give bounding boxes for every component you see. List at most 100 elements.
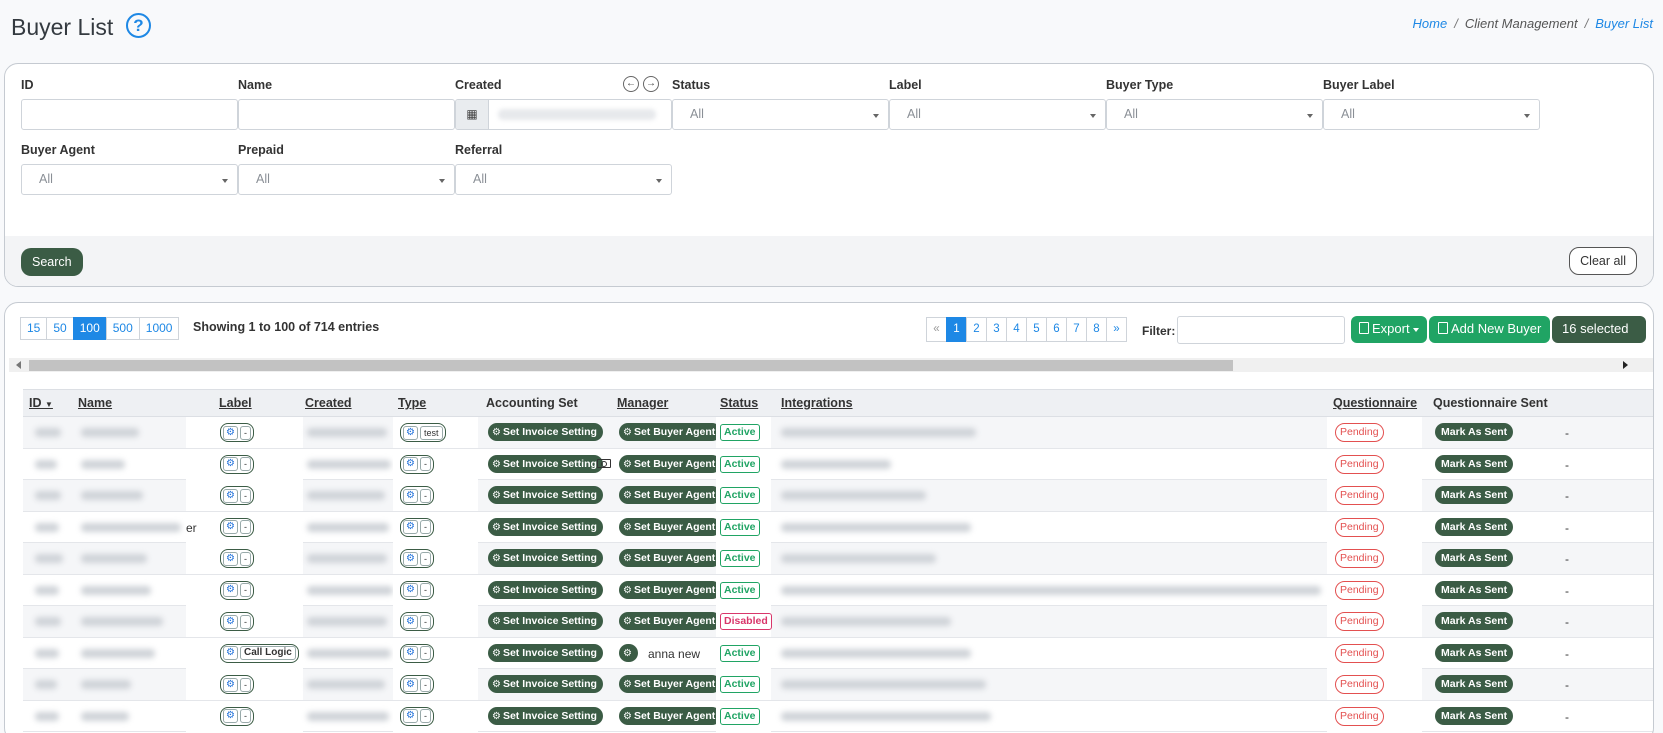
set-buyer-agent-button[interactable]: ⚙ Set Buyer Agent: [619, 486, 722, 504]
status-select[interactable]: All: [672, 99, 889, 130]
questionnaire-pending-badge[interactable]: Pending: [1335, 612, 1384, 631]
set-buyer-agent-button[interactable]: ⚙ Set Buyer Agent: [619, 423, 722, 441]
type-pill[interactable]: ⚙ -: [400, 486, 434, 505]
table-row[interactable]: ⚙ - ⚙ - ⚙ Set Invoice Setting ⚙ Set Buyer Agent…: [23, 480, 1653, 512]
table-row[interactable]: ⚙ - ⚙ - ⚙ Set Invoice Setting ⚙ Set Buyer Agent…: [23, 669, 1653, 701]
set-invoice-setting-button[interactable]: ⚙ Set Invoice Setting: [488, 423, 603, 441]
pager-page-5[interactable]: 5: [1026, 317, 1047, 342]
label-pill[interactable]: ⚙ -: [220, 549, 254, 568]
mark-as-sent-button[interactable]: Mark As Sent: [1435, 706, 1514, 725]
mark-as-sent-button[interactable]: Mark As Sent: [1435, 517, 1514, 536]
scroll-thumb[interactable]: [29, 360, 1233, 371]
search-button[interactable]: Search: [21, 248, 83, 276]
set-invoice-setting-button[interactable]: ⚙ Set Invoice Setting: [488, 549, 603, 567]
set-buyer-agent-button[interactable]: ⚙: [619, 643, 638, 662]
label-pill[interactable]: ⚙ -: [220, 612, 254, 631]
pager-page-2[interactable]: 2: [966, 317, 987, 342]
pager-next[interactable]: »: [1106, 317, 1127, 342]
label-pill[interactable]: ⚙ Call Logic: [220, 643, 299, 663]
horizontal-scrollbar[interactable]: [9, 358, 1653, 372]
col-status[interactable]: Status: [720, 396, 758, 410]
mark-as-sent-button[interactable]: Mark As Sent: [1435, 612, 1514, 630]
pager-page-6[interactable]: 6: [1046, 317, 1067, 342]
col-type[interactable]: Type: [398, 396, 426, 410]
set-invoice-setting-button[interactable]: ⚙ Set Invoice Setting: [488, 517, 603, 536]
col-id[interactable]: ID ▼: [29, 396, 53, 410]
table-row[interactable]: ⚙ - ⚙ - ⚙ Set Invoice Setting ⚙ Set Buyer Agent…: [23, 448, 1653, 480]
questionnaire-pending-badge[interactable]: Pending: [1335, 517, 1384, 537]
pager-page-3[interactable]: 3: [986, 317, 1007, 342]
type-pill[interactable]: ⚙ -: [400, 612, 434, 631]
type-pill[interactable]: ⚙ -: [400, 454, 434, 474]
type-pill[interactable]: ⚙ -: [400, 517, 434, 537]
label-pill[interactable]: ⚙ -: [220, 706, 254, 726]
set-invoice-setting-button[interactable]: ⚙ Set Invoice Setting: [488, 580, 603, 599]
page-size-100[interactable]: 100: [72, 317, 107, 340]
next-date-icon[interactable]: →: [643, 76, 659, 92]
label-pill[interactable]: ⚙ -: [220, 517, 254, 537]
questionnaire-pending-badge[interactable]: Pending: [1335, 549, 1384, 568]
scroll-right-icon[interactable]: [1623, 361, 1628, 369]
pager-page-7[interactable]: 7: [1066, 317, 1087, 342]
set-buyer-agent-button[interactable]: ⚙ Set Buyer Agent: [619, 517, 722, 536]
type-pill[interactable]: ⚙ -: [400, 643, 434, 663]
col-manager[interactable]: Manager: [617, 396, 668, 410]
add-new-buyer-button[interactable]: Add New Buyer: [1429, 316, 1551, 343]
scroll-left-icon[interactable]: [16, 361, 21, 369]
set-invoice-setting-button[interactable]: ⚙ Set Invoice Setting: [488, 612, 603, 630]
table-row[interactable]: ⚙ - ⚙ test ⚙ Set Invoice Setting ⚙ Set Buyer Ag…: [23, 417, 1653, 449]
mark-as-sent-button[interactable]: Mark As Sent: [1435, 454, 1514, 473]
type-pill[interactable]: ⚙ -: [400, 675, 434, 694]
questionnaire-pending-badge[interactable]: Pending: [1335, 486, 1384, 505]
mark-as-sent-button[interactable]: Mark As Sent: [1435, 423, 1514, 441]
table-row[interactable]: ⚙ - ⚙ - ⚙ Set Invoice Setting ⚙ Set Buyer Agent…: [23, 700, 1653, 732]
id-input[interactable]: [21, 99, 238, 130]
export-button[interactable]: Export: [1351, 316, 1427, 343]
table-row[interactable]: ⚙ - ⚙ - ⚙ Set Invoice Setting ⚙ Set Buyer Agent…: [23, 574, 1653, 606]
type-pill[interactable]: ⚙ -: [400, 549, 434, 568]
set-invoice-setting-button[interactable]: ⚙ Set Invoice Setting: [488, 675, 603, 693]
clear-all-button[interactable]: Clear all: [1569, 247, 1637, 275]
label-pill[interactable]: ⚙ -: [220, 675, 254, 694]
set-buyer-agent-button[interactable]: ⚙ Set Buyer Agent: [619, 612, 722, 630]
breadcrumb-home[interactable]: Home: [1413, 16, 1448, 31]
buyer-label-select[interactable]: All: [1323, 99, 1540, 130]
breadcrumb-buyer-list[interactable]: Buyer List: [1595, 16, 1653, 31]
table-row[interactable]: ⚙ - ⚙ - ⚙ Set Invoice Setting ⚙ Set Buyer Agent…: [23, 606, 1653, 638]
table-row[interactable]: er ⚙ - ⚙ - ⚙ Set Invoice Setting ⚙ Set Buyer Age…: [23, 511, 1653, 543]
mark-as-sent-button[interactable]: Mark As Sent: [1435, 675, 1514, 693]
label-pill[interactable]: ⚙ -: [220, 486, 254, 505]
referral-select[interactable]: All: [455, 164, 672, 195]
buyer-agent-select[interactable]: All: [21, 164, 238, 195]
type-pill[interactable]: ⚙ test: [400, 423, 446, 442]
questionnaire-pending-badge[interactable]: Pending: [1335, 675, 1384, 694]
pager-page-4[interactable]: 4: [1006, 317, 1027, 342]
col-questionnaire[interactable]: Questionnaire: [1333, 396, 1417, 410]
mark-as-sent-button[interactable]: Mark As Sent: [1435, 549, 1514, 567]
prev-date-icon[interactable]: ←: [623, 76, 639, 92]
type-pill[interactable]: ⚙ -: [400, 580, 434, 600]
set-invoice-setting-button[interactable]: ⚙ Set Invoice Setting: [488, 454, 603, 473]
set-buyer-agent-button[interactable]: ⚙ Set Buyer Agent: [619, 549, 722, 567]
questionnaire-pending-badge[interactable]: Pending: [1335, 454, 1384, 474]
label-pill[interactable]: ⚙ -: [220, 423, 254, 442]
pager-prev[interactable]: «: [926, 317, 947, 342]
col-name[interactable]: Name: [78, 396, 112, 410]
set-buyer-agent-button[interactable]: ⚙ Set Buyer Agent: [619, 454, 722, 473]
col-label[interactable]: Label: [219, 396, 252, 410]
set-invoice-setting-button[interactable]: ⚙ Set Invoice Setting: [488, 706, 603, 725]
help-icon[interactable]: ?: [126, 13, 151, 38]
col-created[interactable]: Created: [305, 396, 352, 410]
label-pill[interactable]: ⚙ -: [220, 580, 254, 600]
page-size-50[interactable]: 50: [46, 317, 74, 340]
mark-as-sent-button[interactable]: Mark As Sent: [1435, 580, 1514, 599]
name-input[interactable]: [238, 99, 455, 130]
set-buyer-agent-button[interactable]: ⚙ Set Buyer Agent: [619, 580, 722, 599]
mark-as-sent-button[interactable]: Mark As Sent: [1435, 643, 1514, 662]
label-select[interactable]: All: [889, 99, 1106, 130]
created-date-input[interactable]: ▦: [455, 99, 672, 130]
table-row[interactable]: ⚙ Call Logic ⚙ - ⚙ Set Invoice Setting ⚙ anna n…: [23, 637, 1653, 669]
label-pill[interactable]: ⚙ -: [220, 454, 254, 474]
columns-selected-dropdown[interactable]: 16 selected: [1552, 316, 1646, 347]
table-row[interactable]: ⚙ - ⚙ - ⚙ Set Invoice Setting ⚙ Set Buyer Agent…: [23, 543, 1653, 575]
